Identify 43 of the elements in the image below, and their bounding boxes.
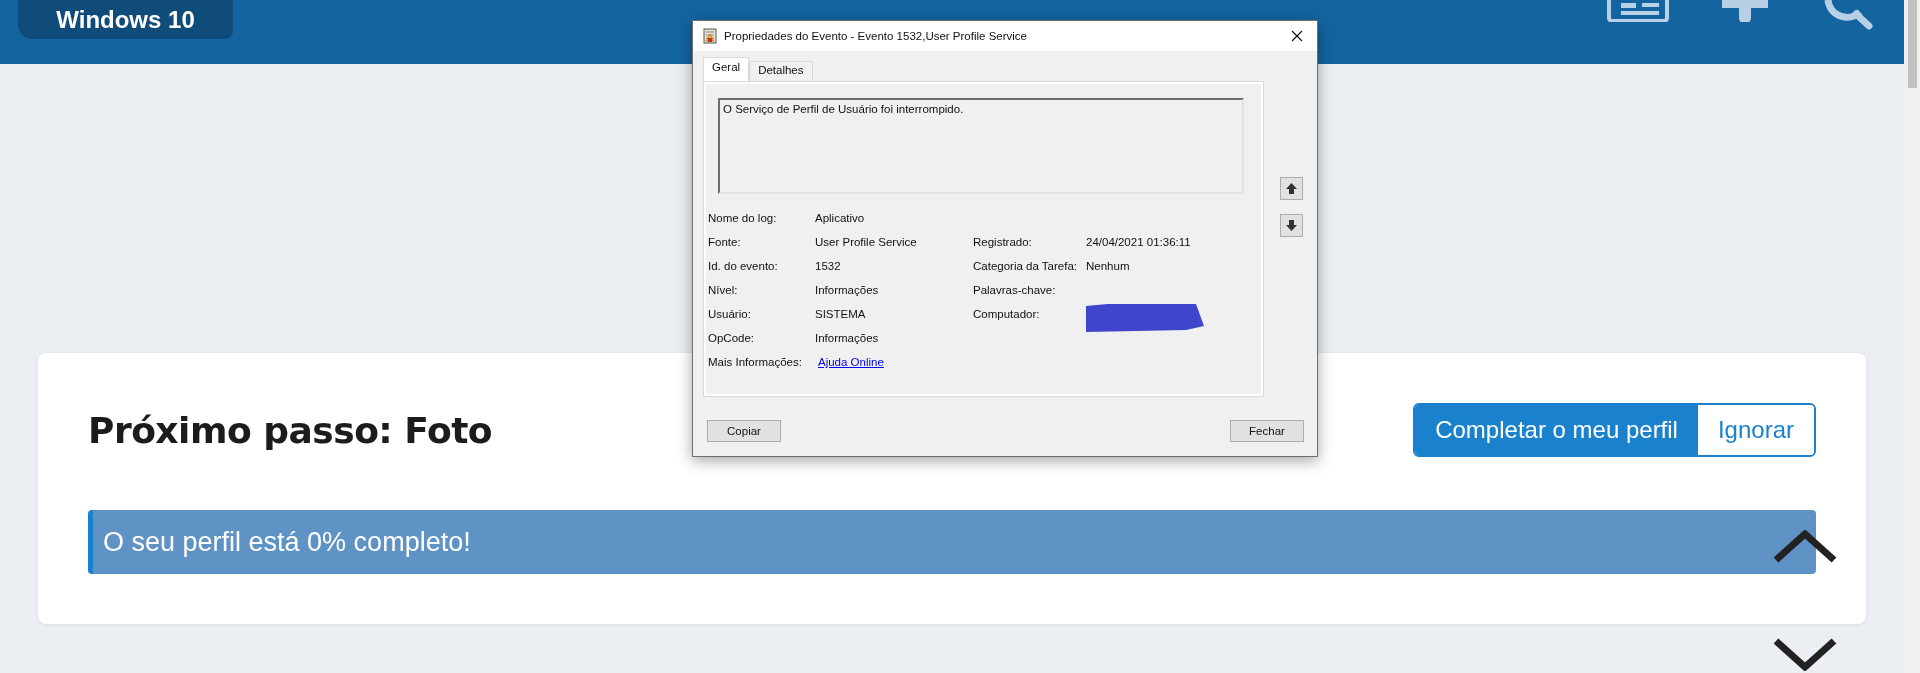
logo-tab[interactable]: Windows 10 <box>18 0 233 39</box>
progress-text: O seu perfil está 0% completo! <box>103 526 471 558</box>
card-heading: Próximo passo: Foto <box>88 409 493 451</box>
field-value: Informações <box>815 284 880 296</box>
complete-profile-button[interactable]: Completar o meu perfil <box>1415 405 1698 455</box>
plus-icon[interactable] <box>1722 0 1768 22</box>
event-description: O Serviço de Perfil de Usuário foi interrompido. <box>723 103 964 115</box>
field-label: Mais Informações: <box>708 356 803 368</box>
copy-button[interactable]: Copiar <box>707 420 781 442</box>
field-label: Usuário: <box>708 308 752 320</box>
close-button[interactable]: Fechar <box>1230 420 1304 442</box>
field-value: Nenhum <box>1086 260 1131 272</box>
field-label: Nível: <box>708 284 739 296</box>
field-value: 1532 <box>815 260 842 272</box>
previous-event-button[interactable] <box>1280 177 1303 200</box>
chevron-up-icon[interactable] <box>1772 530 1838 564</box>
window-title: Propriedades do Evento - Evento 1532,User Profile Service <box>724 30 1027 42</box>
field-value: Aplicativo <box>815 212 866 224</box>
field-label: Palavras-chave: <box>973 284 1057 296</box>
tab[interactable]: Detalhes <box>749 61 813 81</box>
newspaper-icon[interactable] <box>1606 0 1670 22</box>
field-label: Categoria da Tarefa: <box>973 260 1078 272</box>
field-value: SISTEMA <box>815 308 867 320</box>
scrollbar-thumb[interactable] <box>1908 0 1917 88</box>
scrollbar[interactable] <box>1905 0 1920 673</box>
close-icon[interactable] <box>1291 30 1303 42</box>
arrow-down-icon <box>1286 220 1297 231</box>
field-label: Nome do log: <box>708 212 778 224</box>
arrow-up-icon <box>1286 183 1297 194</box>
field-label: Fonte: <box>708 236 742 248</box>
next-event-button[interactable] <box>1280 214 1303 237</box>
field-label: OpCode: <box>708 332 756 344</box>
field-label: Registrado: <box>973 236 1033 248</box>
field-label: Computador: <box>973 308 1041 320</box>
tab[interactable]: Geral <box>703 57 750 81</box>
event-log-icon <box>703 28 717 44</box>
field-label: Id. do evento: <box>708 260 779 272</box>
chevron-down-icon[interactable] <box>1772 637 1838 671</box>
field-value: User Profile Service <box>815 236 918 248</box>
logo-text: Windows 10 <box>56 5 195 34</box>
field-value: Informações <box>815 332 880 344</box>
field-value: 24/04/2021 01:36:11 <box>1086 236 1192 248</box>
online-help-link[interactable]: Ajuda Online <box>818 356 973 368</box>
